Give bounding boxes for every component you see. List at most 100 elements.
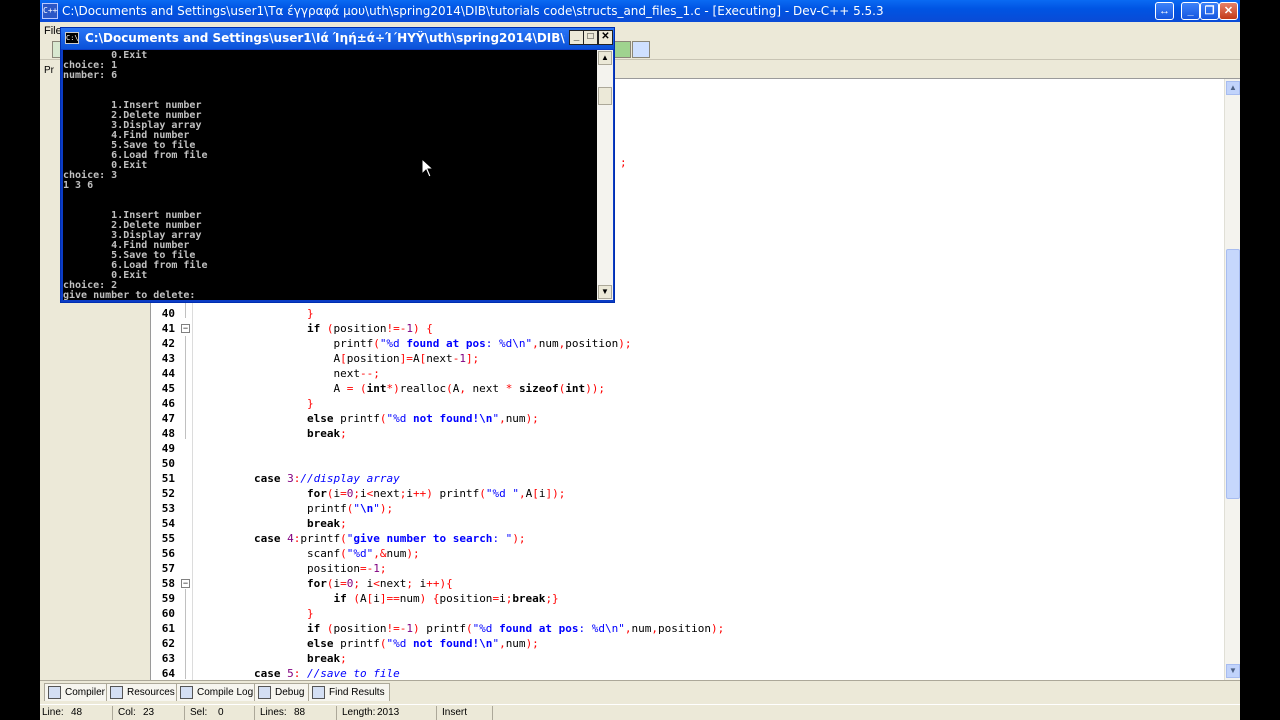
line-number: 58 [161,577,175,590]
code-line[interactable]: break; [201,426,1224,441]
scroll-thumb[interactable] [1226,249,1240,499]
line-number: 45 [161,382,175,395]
console-title-bar[interactable]: C:\ C:\Documents and Settings\user1\Ιά Ί… [61,28,614,49]
tab-label: Compile Log [197,687,254,698]
code-line[interactable]: case 5: //save to file [201,666,1224,680]
console-scroll-thumb[interactable] [598,87,612,105]
console-icon[interactable]: C:\ [65,32,79,44]
console-maximize-button[interactable]: □ [583,30,598,45]
line-number: 56 [161,547,175,560]
scroll-down-arrow-icon[interactable]: ▼ [1226,664,1240,678]
console-scroll-down-icon[interactable]: ▼ [598,285,612,299]
line-number: 47 [161,412,175,425]
console-line: 1 3 6 [63,180,94,191]
code-line[interactable]: case 3://display array [201,471,1224,486]
line-number: 40 [161,307,175,320]
console-scrollbar[interactable]: ▲ ▼ [597,50,613,300]
code-line[interactable]: next--; [201,366,1224,381]
console-scroll-up-icon[interactable]: ▲ [598,51,612,65]
line-number: 62 [161,637,175,650]
code-line[interactable]: printf("\n"); [201,501,1224,516]
tab-find-results[interactable]: Find Results [308,683,390,701]
line-number: 50 [161,457,175,470]
code-line[interactable]: if (A[i]==num) {position=i;break;} [201,591,1224,606]
line-number: 60 [161,607,175,620]
tab-resources[interactable]: Resources [106,683,180,701]
line-number: 54 [161,517,175,530]
main-title-bar[interactable]: C++ C:\Documents and Settings\user1\Τα έ… [40,0,1240,22]
code-line[interactable]: if (position!=-1) printf("%d found at po… [201,621,1224,636]
status-length-value: 2013 [377,707,400,718]
code-line[interactable]: } [201,306,1224,321]
compile-run-icon[interactable] [613,41,631,58]
console-title: C:\Documents and Settings\user1\Ιά Ίηή±ά… [85,31,565,45]
console-minimize-button[interactable]: _ [569,30,584,45]
tab-debug[interactable]: Debug [254,683,310,701]
code-line[interactable]: } [201,396,1224,411]
close-button[interactable]: ✕ [1219,2,1238,20]
code-line[interactable] [201,456,1224,471]
maximize-button[interactable]: ❐ [1200,2,1219,20]
code-line[interactable]: scanf("%d",&num); [201,546,1224,561]
line-number: 42 [161,337,175,350]
code-line[interactable]: A[position]=A[next-1]; [201,351,1224,366]
find-icon [312,686,325,699]
tab-label: Compiler [65,687,106,698]
console-window[interactable]: C:\ C:\Documents and Settings\user1\Ιά Ί… [60,27,615,303]
code-line[interactable]: } [201,606,1224,621]
scroll-up-arrow-icon[interactable]: ▲ [1226,81,1240,95]
code-line[interactable]: break; [201,651,1224,666]
status-sel-label: Sel: [190,707,208,718]
code-line[interactable]: case 4:printf("give number to search: ")… [201,531,1224,546]
check-icon [258,686,271,699]
chart-icon [180,686,193,699]
code-line[interactable]: printf("%d found at pos: %d\n",num,posit… [201,336,1224,351]
status-mode: Insert [442,707,468,718]
console-line: give number to delete: [63,290,196,301]
tab-label: Resources [127,687,175,698]
restore-arrows-icon[interactable]: ↔ [1155,2,1174,20]
line-number: 46 [161,397,175,410]
line-number: 63 [161,652,175,665]
line-number: 41 [161,322,175,335]
editor-vertical-scrollbar[interactable]: ▲ ▼ [1224,79,1240,680]
status-lines-value: 88 [294,707,306,718]
fold-guide-line [185,589,186,679]
line-number: 64 [161,667,175,680]
line-number: 61 [161,622,175,635]
resources-icon [110,686,123,699]
tab-compiler[interactable]: Compiler [44,683,111,701]
code-line[interactable]: else printf("%d not found!\n",num); [201,411,1224,426]
project-tab[interactable]: Pr [44,65,54,76]
line-number: 49 [161,442,175,455]
status-length-label: Length: [342,707,376,718]
fold-toggle-icon[interactable]: − [181,579,190,588]
code-line[interactable]: break; [201,516,1224,531]
code-line[interactable]: A = (int*)realloc(A, next * sizeof(int))… [201,381,1224,396]
console-close-button[interactable]: ✕ [598,30,613,45]
line-number: 43 [161,352,175,365]
code-line[interactable]: position=-1; [201,561,1224,576]
code-line[interactable]: for(i=0; i<next; i++){ [201,576,1224,591]
line-number: 57 [161,562,175,575]
minimize-button[interactable]: _ [1181,2,1200,20]
code-line[interactable]: else printf("%d not found!\n",num); [201,636,1224,651]
status-bar: Line: 48 Col: 23 Sel: 0 Lines: 88 Length… [40,704,1240,720]
code-line[interactable]: if (position!=-1) { [201,321,1224,336]
tab-label: Debug [275,687,305,698]
fold-guide-line [185,336,186,439]
devcpp-app-icon[interactable]: C++ [42,3,58,19]
status-lines-label: Lines: [260,707,287,718]
bottom-panel-tabs: Compiler Resources Compile Log Debug Find Re… [40,680,1240,702]
code-line[interactable] [201,441,1224,456]
mouse-pointer-icon [421,158,435,178]
fold-toggle-icon[interactable]: − [181,324,190,333]
console-output[interactable]: 0.Exit choice: 1 number: 6 1.Insert number… [63,50,597,300]
devcpp-window: C++ C:\Documents and Settings\user1\Τα έ… [40,0,1240,720]
line-number: 51 [161,472,175,485]
code-line[interactable]: for(i=0;i<next;i++) printf("%d ",A[i]); [201,486,1224,501]
line-number: 44 [161,367,175,380]
debug-icon[interactable] [632,41,650,58]
line-number: 55 [161,532,175,545]
tab-compile-log[interactable]: Compile Log [176,683,259,701]
